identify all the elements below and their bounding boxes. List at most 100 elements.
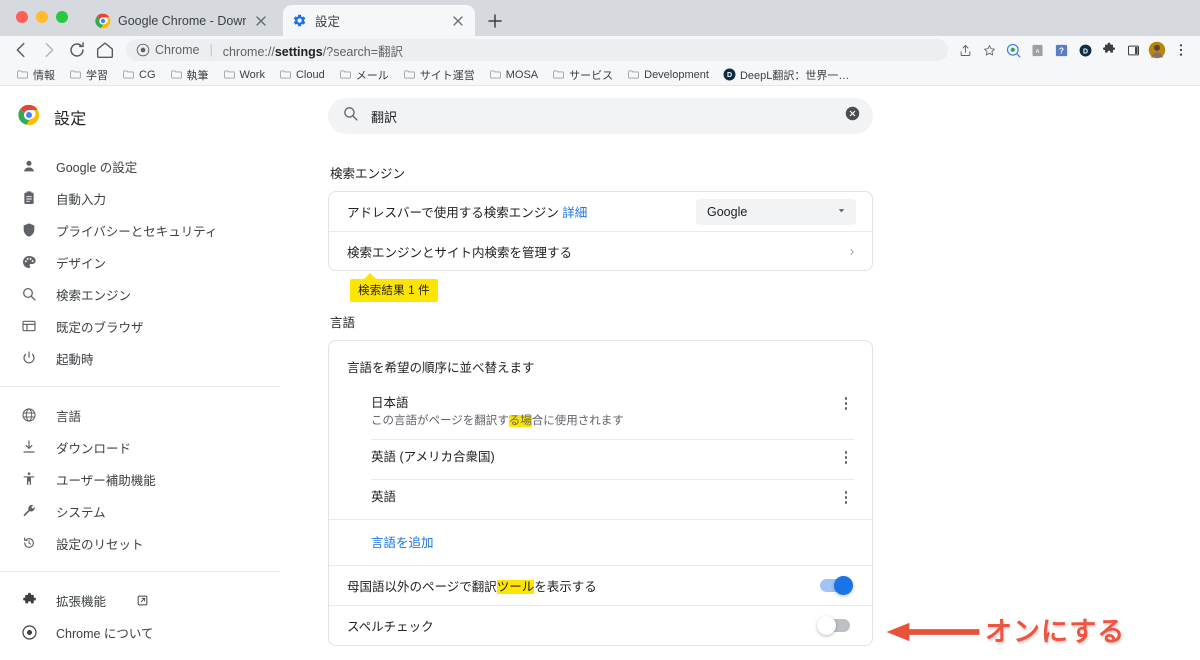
help-question-icon[interactable]: ? — [1050, 39, 1072, 61]
bookmark-item[interactable]: CG — [116, 67, 162, 82]
shield-icon — [20, 221, 38, 239]
chrome-menu-icon[interactable] — [1170, 39, 1192, 61]
sidebar-item-accessibility[interactable]: ユーザー補助機能 — [0, 463, 300, 495]
translate-tool-toggle[interactable] — [820, 576, 853, 596]
row-show-translate-tool[interactable]: 母国語以外のページで翻訳ツールを表示する — [329, 565, 872, 605]
bookmark-item[interactable]: Cloud — [273, 67, 331, 82]
extensions-puzzle-icon[interactable] — [1098, 39, 1120, 61]
minimize-window-button[interactable] — [36, 11, 48, 23]
sidebar-item-autofill[interactable]: 自動入力 — [0, 182, 300, 214]
power-icon — [20, 349, 38, 367]
folder-icon — [69, 68, 82, 81]
sidebar-item-on-startup[interactable]: 起動時 — [0, 342, 300, 374]
clear-circle-icon[interactable] — [844, 105, 861, 127]
close-icon[interactable] — [253, 13, 269, 29]
bookmark-item[interactable]: Development — [621, 67, 715, 82]
list-item[interactable]: 英語 (アメリカ合衆国) — [371, 439, 854, 479]
maximize-window-button[interactable] — [56, 11, 68, 23]
bookmark-item[interactable]: Work — [217, 67, 271, 82]
close-window-button[interactable] — [16, 11, 28, 23]
bookmark-item-deepl[interactable]: D DeepL翻訳：世界一… — [717, 66, 855, 84]
folder-icon — [223, 68, 236, 81]
language-texts: 英語 (アメリカ合衆国) — [371, 448, 838, 466]
sidebar-item-reset-settings[interactable]: 設定のリセット — [0, 527, 300, 559]
deepl-extension-icon[interactable]: D — [1074, 39, 1096, 61]
bookmark-item[interactable]: 情報 — [10, 66, 61, 84]
list-item[interactable]: 日本語 この言語がページを翻訳する場合に使用されます — [371, 386, 854, 439]
kebab-menu-icon[interactable] — [838, 394, 854, 410]
globe-icon — [20, 406, 38, 424]
search-engine-select[interactable]: Google — [696, 198, 856, 225]
bookmark-star-icon[interactable] — [978, 39, 1000, 61]
sidebar-item-about-chrome[interactable]: Chrome について — [0, 616, 300, 648]
side-panel-icon[interactable] — [1122, 39, 1144, 61]
bookmark-item[interactable]: MOSA — [483, 67, 544, 82]
sidebar-divider-1 — [0, 386, 280, 387]
open-external-icon[interactable] — [136, 594, 149, 607]
sidebar-item-default-browser[interactable]: 既定のブラウザ — [0, 310, 300, 342]
home-button[interactable] — [94, 39, 116, 61]
kebab-menu-icon[interactable] — [838, 488, 854, 504]
row-label: スペルチェック — [347, 620, 434, 635]
bookmark-item[interactable]: メール — [333, 66, 395, 84]
tab-google-chrome-download[interactable]: Google Chrome - Download th — [86, 5, 278, 36]
sidebar-menu-primary: Google の設定 自動入力 プライバシーとセキュリティ デザイン 検索エンジ… — [0, 150, 300, 374]
tab-settings[interactable]: 設定 — [283, 5, 475, 36]
kebab-menu-icon[interactable] — [838, 448, 854, 464]
row-manage-search-engines[interactable]: 検索エンジンとサイト内検索を管理する — [329, 231, 872, 270]
add-language-link[interactable]: 言語を追加 — [329, 519, 872, 565]
list-item[interactable]: 英語 — [371, 479, 854, 519]
language-name: 日本語 — [371, 396, 409, 410]
sidebar-item-search-engine[interactable]: 検索エンジン — [0, 278, 300, 310]
spellcheck-toggle[interactable] — [817, 616, 850, 636]
search-icon — [20, 285, 38, 303]
forward-button[interactable] — [38, 39, 60, 61]
pdf-viewer-icon[interactable]: A — [1026, 39, 1048, 61]
lens-search-icon[interactable] — [1002, 39, 1024, 61]
new-tab-button[interactable] — [485, 11, 505, 31]
select-value: Google — [707, 204, 748, 219]
sidebar-item-downloads[interactable]: ダウンロード — [0, 431, 300, 463]
tab-title: 設定 — [315, 15, 341, 29]
bookmark-item[interactable]: サイト運営 — [397, 66, 481, 84]
sidebar-divider-2 — [0, 571, 280, 572]
chevron-down-icon — [836, 205, 847, 219]
sidebar-item-extensions[interactable]: 拡張機能 — [0, 584, 300, 616]
sidebar-item-google-settings[interactable]: Google の設定 — [0, 150, 300, 182]
row-label: 検索エンジンとサイト内検索を管理する — [347, 245, 573, 260]
address-bar[interactable]: Chrome | chrome://settings/?search=翻訳 — [126, 39, 948, 61]
learn-more-link[interactable]: 詳細 — [562, 206, 587, 220]
bookmark-item[interactable]: サービス — [546, 66, 619, 84]
share-icon[interactable] — [954, 39, 976, 61]
settings-gear-icon — [292, 13, 308, 29]
close-icon[interactable] — [450, 13, 466, 29]
settings-search-box[interactable]: 翻訳 — [328, 98, 873, 134]
folder-icon — [122, 68, 135, 81]
reload-button[interactable] — [66, 39, 88, 61]
row-spellcheck[interactable]: スペルチェック — [329, 605, 872, 645]
deepl-favicon: D — [723, 68, 736, 81]
badge-pointer — [363, 273, 377, 280]
sidebar-item-languages[interactable]: 言語 — [0, 399, 300, 431]
back-button[interactable] — [10, 39, 32, 61]
browser-window-icon — [20, 317, 38, 335]
sidebar-item-label: ダウンロード — [56, 441, 132, 456]
clipboard-icon — [20, 189, 38, 207]
bookmark-label: CG — [139, 68, 156, 81]
bookmark-item[interactable]: 学習 — [63, 66, 114, 84]
page-title: 設定 — [54, 111, 87, 128]
left-arrow-annotation — [884, 621, 981, 643]
chrome-logo-icon — [18, 104, 40, 131]
search-input[interactable]: 翻訳 — [371, 107, 832, 126]
browser-toolbar: Chrome | chrome://settings/?search=翻訳 A — [0, 36, 1200, 64]
folder-icon — [403, 68, 416, 81]
profile-avatar[interactable] — [1146, 39, 1168, 61]
sidebar-item-appearance[interactable]: デザイン — [0, 246, 300, 278]
sidebar-item-label: 拡張機能 — [56, 594, 107, 609]
browser-window: Google Chrome - Download th 設定 — [0, 0, 1200, 660]
row-address-bar-search-engine[interactable]: アドレスバーで使用する検索エンジン 詳細 Google — [329, 192, 872, 231]
folder-icon — [170, 68, 183, 81]
bookmark-item[interactable]: 執筆 — [164, 66, 215, 84]
sidebar-item-privacy-security[interactable]: プライバシーとセキュリティ — [0, 214, 300, 246]
sidebar-item-system[interactable]: システム — [0, 495, 300, 527]
